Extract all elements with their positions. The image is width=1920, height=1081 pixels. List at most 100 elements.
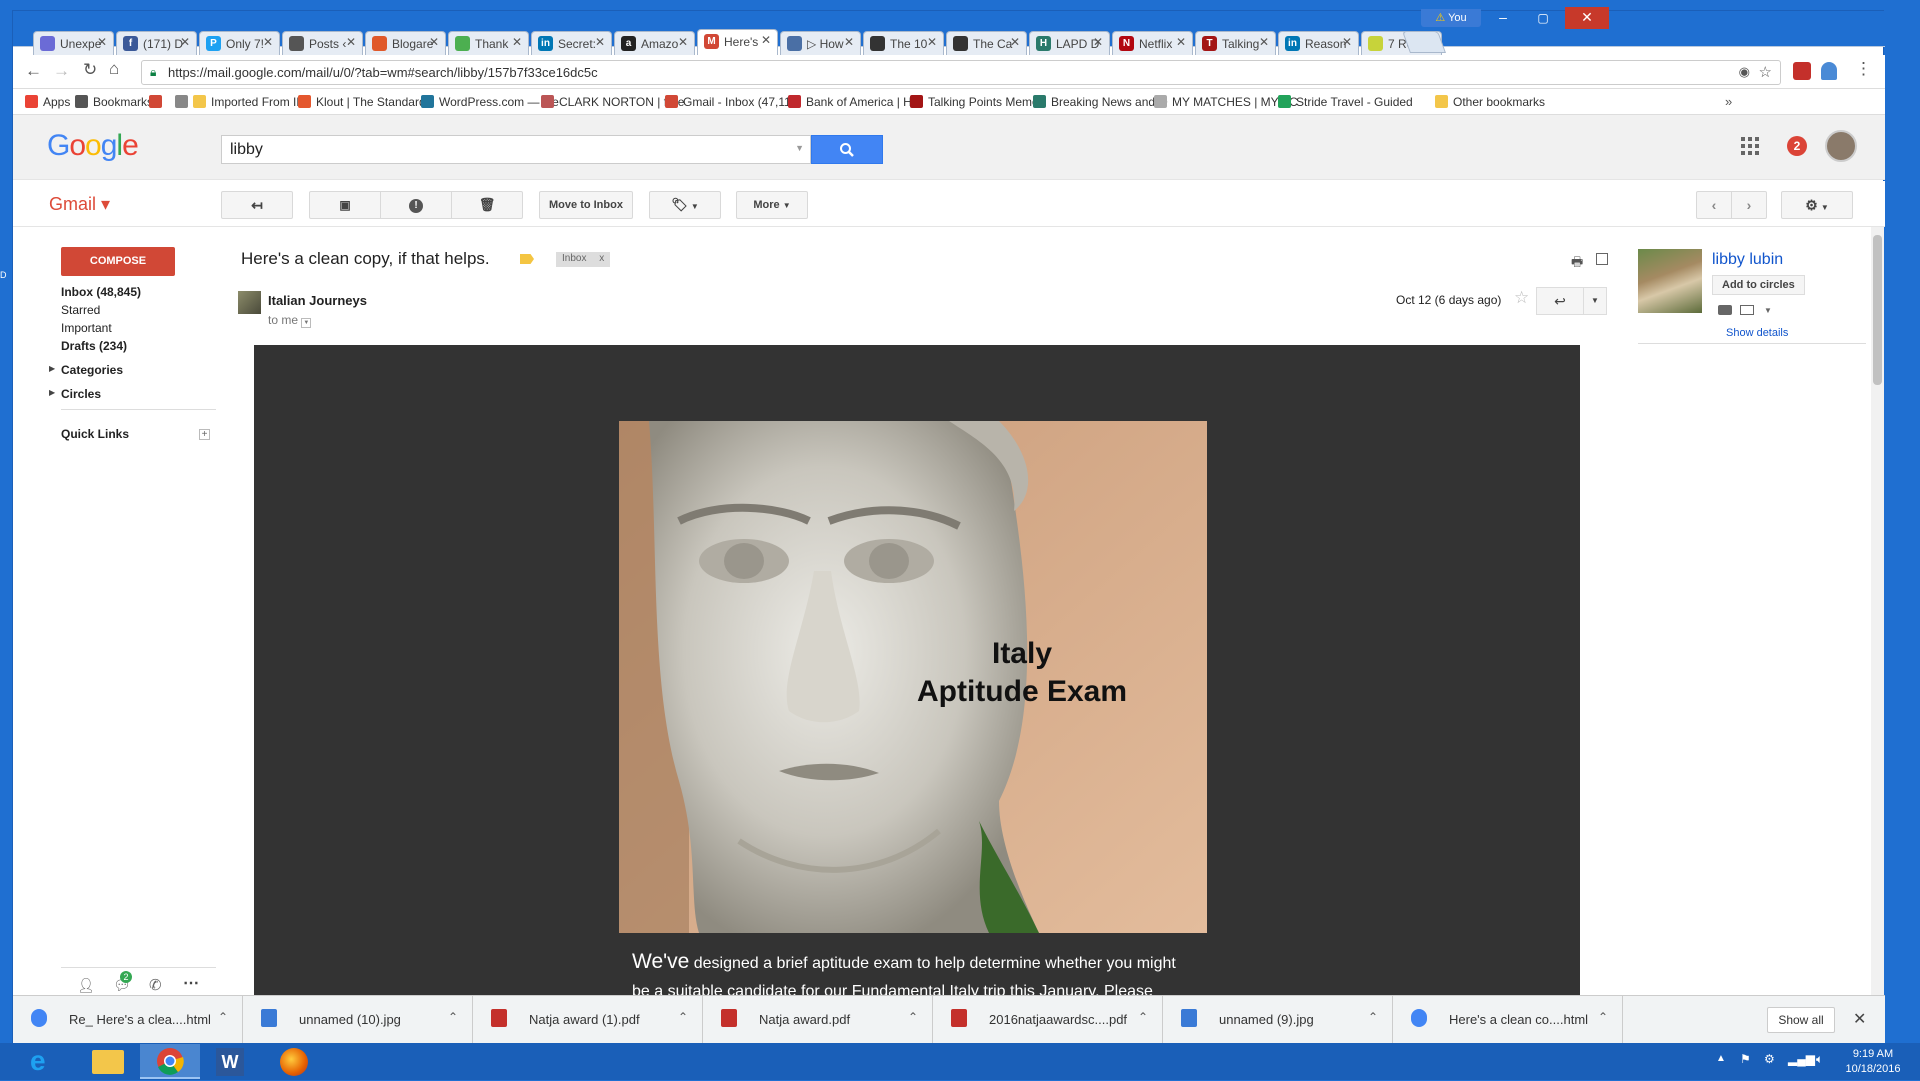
new-window-icon[interactable] (1596, 253, 1608, 265)
settings-button[interactable]: ⚙ ▼ (1781, 191, 1853, 219)
download-menu-icon[interactable]: ⌃ (1138, 1010, 1148, 1024)
tab[interactable]: N Netflix ✕ (1112, 31, 1193, 55)
bookmark-item[interactable] (149, 95, 167, 109)
tab[interactable]: P Only 7! ✕ (199, 31, 280, 55)
reload-icon[interactable]: ↻ (83, 60, 97, 80)
more-options-icon[interactable]: ⋯ (183, 973, 199, 993)
home-icon[interactable]: ⌂ (109, 59, 119, 79)
label-chip[interactable]: Inbox x (556, 252, 611, 267)
quick-links-label[interactable]: Quick Links (61, 427, 129, 441)
download-item[interactable]: 2016natjaawardsc....pdf ⌃ (933, 996, 1163, 1044)
bookmark-item[interactable] (175, 95, 193, 109)
bookmark-item[interactable]: Gmail - Inbox (47,114 (665, 95, 798, 109)
show-details-link[interactable]: Show details (1726, 327, 1788, 339)
close-tab-icon[interactable]: ✕ (1342, 35, 1352, 49)
tab[interactable]: Posts ‹ ✕ (282, 31, 363, 55)
close-tab-icon[interactable]: ✕ (429, 35, 439, 49)
tab[interactable]: Blogare ✕ (365, 31, 446, 55)
close-tab-icon[interactable]: ✕ (512, 35, 522, 49)
close-tab-icon[interactable]: ✕ (1093, 35, 1103, 49)
tab[interactable]: M Here's ✕ (697, 29, 778, 55)
tab[interactable]: T Talking ✕ (1195, 31, 1276, 55)
search-button[interactable] (811, 135, 883, 164)
reply-options-button[interactable]: ▼ (1583, 287, 1607, 315)
close-tab-icon[interactable]: ✕ (180, 35, 190, 49)
close-window-button[interactable]: ✕ (1565, 7, 1609, 29)
scrollbar-thumb[interactable] (1873, 235, 1882, 385)
download-menu-icon[interactable]: ⌃ (1598, 1010, 1608, 1024)
system-clock[interactable]: 9:19 AM 10/18/2016 (1836, 1047, 1910, 1077)
close-shelf-icon[interactable]: ✕ (1853, 1009, 1866, 1029)
archive-button[interactable]: ▣ (309, 191, 381, 219)
file-explorer-icon[interactable] (92, 1050, 124, 1074)
nav-drafts[interactable]: Drafts (234) (61, 339, 127, 353)
account-extension-icon[interactable] (1821, 62, 1837, 80)
bookmark-item[interactable]: WordPress.com — Ge (421, 95, 559, 109)
download-item[interactable]: Re_ Here's a clea....html ⌃ (13, 996, 243, 1044)
bookmark-item[interactable]: Klout | The Standard f (298, 95, 432, 109)
download-menu-icon[interactable]: ⌃ (448, 1010, 458, 1024)
nav-important[interactable]: Important (61, 321, 112, 335)
tab[interactable]: The 10 ✕ (863, 31, 944, 55)
tab[interactable]: in Reason ✕ (1278, 31, 1359, 55)
download-menu-icon[interactable]: ⌃ (1368, 1010, 1378, 1024)
close-tab-icon[interactable]: ✕ (1176, 35, 1186, 49)
new-tab-button[interactable] (1401, 31, 1447, 53)
download-item[interactable]: unnamed (9).jpg ⌃ (1163, 996, 1393, 1044)
bookmark-item[interactable]: Talking Points Memo (910, 95, 1039, 109)
tab[interactable]: in Secret: ✕ (531, 31, 612, 55)
nav-starred[interactable]: Starred (61, 303, 100, 317)
bookmark-item[interactable]: Bookmarks (75, 95, 153, 109)
remove-label-icon[interactable]: x (599, 253, 604, 264)
more-bookmarks-icon[interactable]: » (1725, 94, 1732, 109)
wifi-icon[interactable]: ▂▄▆ (1788, 1052, 1815, 1066)
download-menu-icon[interactable]: ⌃ (218, 1010, 228, 1024)
tab[interactable]: The Ca ✕ (946, 31, 1027, 55)
firefox-icon[interactable] (280, 1048, 308, 1076)
avatar[interactable] (1825, 130, 1857, 162)
close-tab-icon[interactable]: ✕ (1259, 35, 1269, 49)
close-tab-icon[interactable]: ✕ (263, 35, 273, 49)
add-to-circles-button[interactable]: Add to circles (1712, 275, 1805, 295)
contact-name[interactable]: libby lubin (1712, 251, 1783, 269)
close-tab-icon[interactable]: ✕ (761, 33, 771, 47)
gmail-label[interactable]: Gmail ▾ (49, 194, 110, 215)
tab[interactable]: a Amazo ✕ (614, 31, 695, 55)
nav-circles[interactable]: Circles (61, 387, 101, 401)
phone-icon[interactable]: ✆ (149, 976, 162, 994)
close-tab-icon[interactable]: ✕ (346, 35, 356, 49)
more-button[interactable]: More ▼ (736, 191, 808, 219)
expand-circles-icon[interactable]: ▶ (49, 388, 55, 397)
internet-explorer-icon[interactable]: e (30, 1047, 60, 1077)
download-item[interactable]: Natja award (1).pdf ⌃ (473, 996, 703, 1044)
word-icon[interactable]: W (216, 1048, 244, 1076)
download-menu-icon[interactable]: ⌃ (678, 1010, 688, 1024)
close-tab-icon[interactable]: ✕ (595, 35, 605, 49)
flag-icon[interactable]: ⚑ (1740, 1052, 1751, 1066)
bookmark-item[interactable]: MY MATCHES | MY FC (1154, 95, 1298, 109)
bookmark-item[interactable]: Apps (25, 95, 70, 109)
person-icon[interactable]: 👤︎ (77, 977, 95, 994)
labels-button[interactable]: 🏷︎ ▼ (649, 191, 721, 219)
profile-button[interactable]: ⚠ You (1421, 9, 1481, 27)
download-item[interactable]: Natja award.pdf ⌃ (703, 996, 933, 1044)
nav-inbox[interactable]: Inbox (48,845) (61, 285, 141, 299)
search-options-icon[interactable]: ▼ (795, 143, 804, 153)
page-scrollbar[interactable] (1871, 227, 1884, 995)
tab[interactable]: Thank ✕ (448, 31, 529, 55)
minimize-button[interactable]: – (1485, 9, 1521, 27)
tab[interactable]: f (171) D ✕ (116, 31, 197, 55)
move-to-inbox-button[interactable]: Move to Inbox (539, 191, 633, 219)
sender-avatar[interactable] (238, 291, 261, 314)
tab[interactable]: ▷ How ✕ (780, 31, 861, 55)
contact-photo[interactable] (1638, 249, 1702, 313)
maximize-button[interactable]: ▢ (1525, 9, 1561, 27)
chevron-down-icon[interactable]: ▼ (1764, 306, 1772, 315)
menu-icon[interactable]: ⋮ (1855, 59, 1872, 79)
bookmark-item[interactable]: Breaking News and O (1033, 95, 1168, 109)
download-menu-icon[interactable]: ⌃ (908, 1010, 918, 1024)
download-item[interactable]: unnamed (10).jpg ⌃ (243, 996, 473, 1044)
chat-icon[interactable] (1718, 305, 1732, 315)
expand-categories-icon[interactable]: ▶ (49, 364, 55, 373)
nav-categories[interactable]: Categories (61, 363, 123, 377)
